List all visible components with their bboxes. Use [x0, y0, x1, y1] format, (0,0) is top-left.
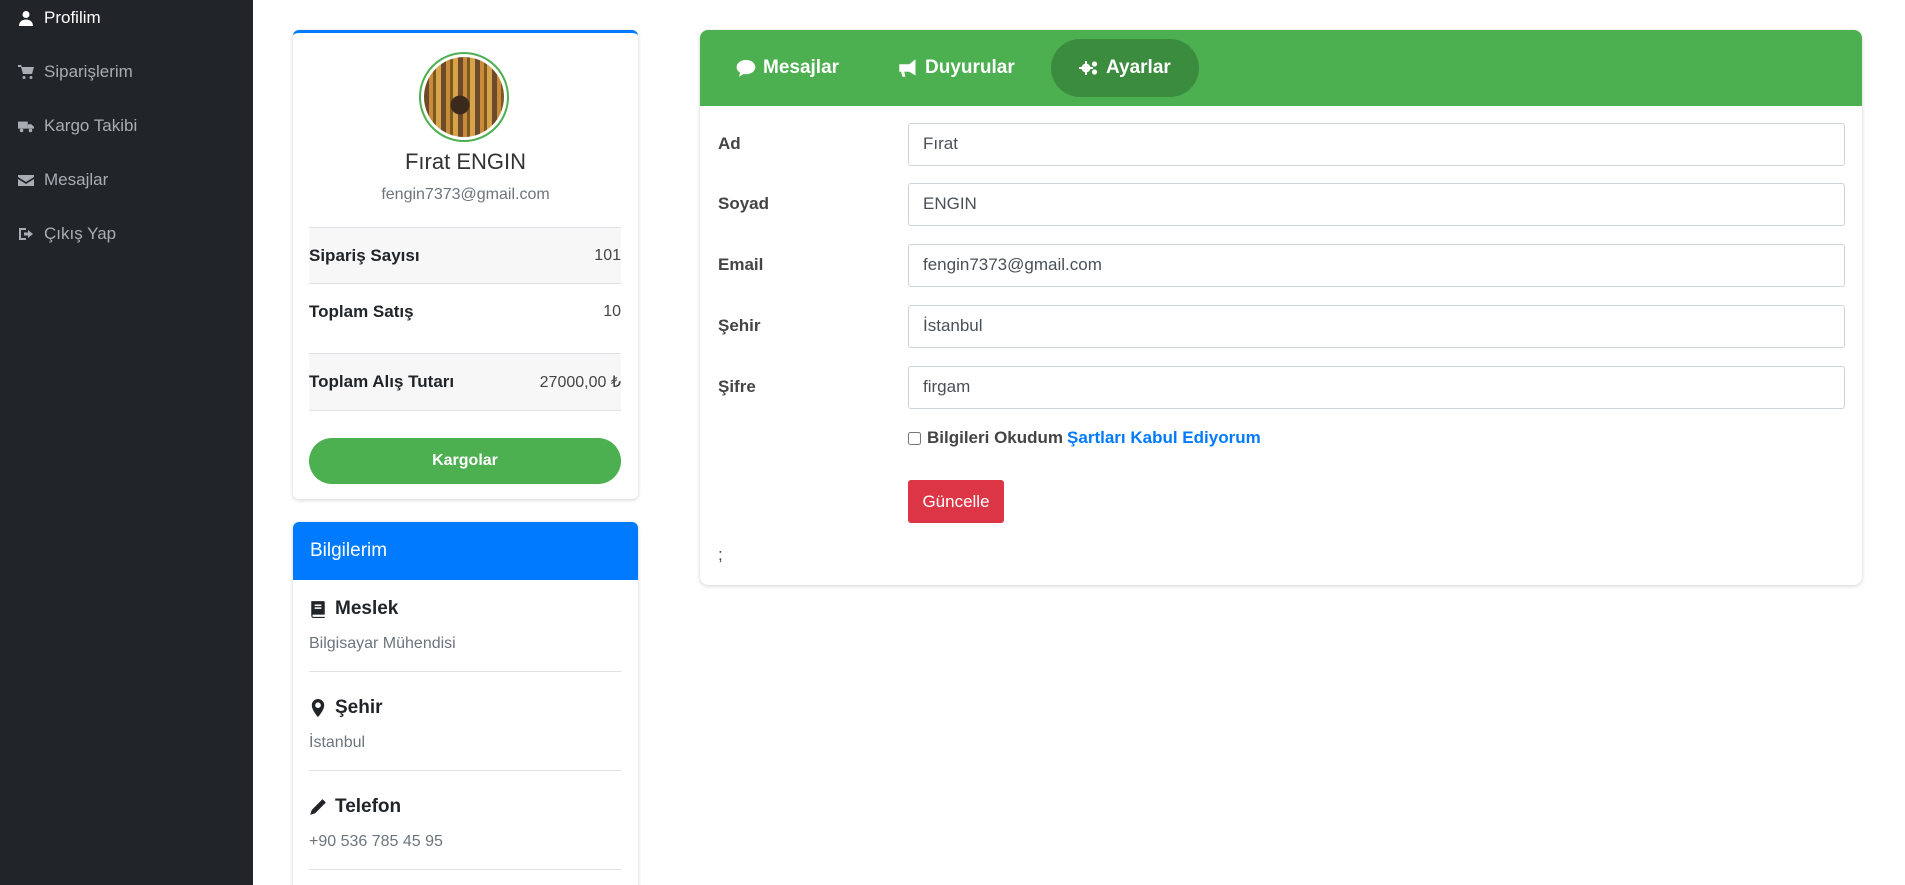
divider [309, 410, 621, 411]
guncelle-button[interactable]: Güncelle [908, 480, 1004, 523]
info-item-title: Şehir [335, 697, 383, 718]
profile-card: Fırat ENGIN fengin7373@gmail.com Sipariş… [293, 30, 638, 499]
settings-panel: Mesajlar Duyurular Ayarlar Ad Soyad Emai… [700, 30, 1862, 585]
sifre-input[interactable] [908, 365, 1845, 409]
sidebar-item-label: Çıkış Yap [44, 224, 117, 243]
tab-bar: Mesajlar Duyurular Ayarlar [700, 30, 1862, 106]
sign-out-icon [19, 228, 33, 240]
avatar [419, 52, 509, 142]
map-marker-icon [311, 699, 325, 717]
pencil-icon [310, 799, 326, 815]
form-row-sehir: Şehir [718, 304, 1845, 348]
soyad-input[interactable] [908, 182, 1845, 226]
book-icon [311, 601, 325, 618]
sidebar-item-label: Siparişlerim [44, 62, 133, 81]
sidebar-item-profilim[interactable]: Profilim [18, 8, 101, 28]
form-row-sifre: Şifre [718, 365, 1845, 409]
sidebar-item-kargo-takibi[interactable]: Kargo Takibi [18, 116, 137, 136]
info-item-value: İstanbul [309, 734, 366, 751]
stat-label: Sipariş Sayısı [309, 245, 420, 265]
info-item-title: Telefon [335, 796, 402, 817]
email-input[interactable] [908, 243, 1845, 287]
terms-label: Bilgileri Okudum [927, 428, 1064, 447]
stat-toplam-alis-tutari: Toplam Alış Tutarı 27000,00 ₺ [309, 353, 621, 410]
sidebar-item-siparislerim[interactable]: Siparişlerim [18, 62, 133, 82]
info-item-title: Meslek [335, 598, 399, 619]
bullhorn-icon [899, 59, 916, 77]
stat-siparis-sayisi: Sipariş Sayısı 101 [309, 227, 621, 283]
info-item-sehir: Şehir İstanbul [309, 697, 621, 771]
field-label: Şifre [718, 377, 756, 396]
tab-label: Mesajlar [763, 57, 840, 78]
sidebar-item-mesajlar[interactable]: Mesajlar [18, 170, 108, 190]
form-row-email: Email [718, 243, 1845, 287]
info-card-header: Bilgilerim [293, 522, 638, 580]
info-item-meslek: Meslek Bilgisayar Mühendisi [309, 598, 621, 672]
field-label: Soyad [718, 194, 770, 213]
sidebar-item-label: Kargo Takibi [44, 116, 138, 135]
sehir-input[interactable] [908, 304, 1845, 348]
envelope-icon [18, 175, 34, 186]
truck-icon [18, 121, 34, 133]
stat-value: 27000,00 ₺ [539, 374, 621, 391]
terms-link[interactable]: Şartları Kabul Ediyorum [1067, 428, 1261, 448]
field-label: Ad [718, 134, 741, 153]
tab-label: Duyurular [925, 57, 1015, 78]
cart-icon [18, 65, 34, 79]
user-icon [19, 11, 33, 26]
profile-email: fengin7373@gmail.com [381, 186, 550, 203]
comment-icon [736, 59, 756, 77]
info-item-value: +90 536 785 45 95 [309, 833, 443, 850]
sidebar-item-label: Mesajlar [44, 170, 109, 189]
info-item-telefon: Telefon +90 536 785 45 95 [309, 796, 621, 870]
tab-label: Ayarlar [1106, 57, 1171, 78]
stat-value: 10 [603, 302, 621, 320]
field-label: Şehir [718, 316, 761, 335]
sidebar: Profilim Siparişlerim Kargo Takibi Mesaj… [0, 0, 253, 885]
form-row-ad: Ad [718, 122, 1845, 166]
sidebar-item-cikis-yap[interactable]: Çıkış Yap [18, 224, 116, 244]
tab-duyurular[interactable]: Duyurular [870, 39, 1043, 97]
stat-toplam-satis: Toplam Satış 10 [309, 283, 621, 339]
ad-input[interactable] [908, 122, 1845, 166]
tab-mesajlar[interactable]: Mesajlar [708, 39, 867, 97]
kargolar-button[interactable]: Kargolar [309, 438, 621, 484]
sidebar-item-label: Profilim [44, 8, 101, 27]
profile-name: Fırat ENGIN [404, 149, 526, 174]
stat-label: Toplam Satış [309, 301, 414, 321]
info-item-value: Bilgisayar Mühendisi [309, 635, 456, 652]
trailing-text: ; [718, 545, 723, 564]
stat-label: Toplam Alış Tutarı [309, 372, 455, 391]
terms-row: Bilgileri Okudum Şartları Kabul Ediyorum [908, 428, 1261, 448]
stat-value: 101 [594, 246, 621, 264]
field-label: Email [718, 255, 764, 274]
form-row-soyad: Soyad [718, 182, 1845, 226]
cogs-icon [1079, 61, 1098, 75]
info-card: Bilgilerim Meslek Bilgisayar Mühendisi Ş… [293, 522, 638, 885]
tab-ayarlar[interactable]: Ayarlar [1051, 39, 1199, 97]
terms-checkbox[interactable] [908, 431, 921, 445]
